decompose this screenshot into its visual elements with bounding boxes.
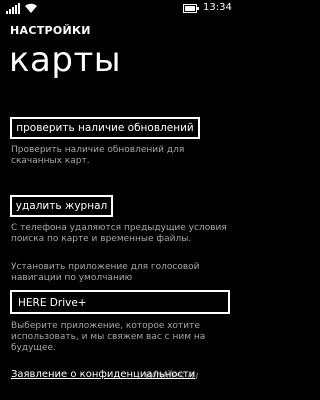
page-title: карты [9, 40, 122, 80]
voice-navigation-label: Установить приложение для голосовой нави… [11, 262, 200, 283]
voice-navigation-selected-value: HERE Drive+ [18, 297, 87, 309]
watermark: wintiles.ru [145, 368, 199, 382]
battery-icon [183, 4, 199, 13]
section-title: НАСТРОЙКИ [10, 24, 91, 37]
clear-history-button[interactable]: удалить журнал [10, 195, 113, 217]
status-bar: 13:34 [0, 0, 240, 16]
check-updates-button[interactable]: проверить наличие обновлений [10, 117, 200, 139]
signal-icon [6, 3, 20, 14]
wifi-icon [25, 3, 37, 13]
check-updates-description: Проверить наличие обновлений для скачанн… [11, 145, 185, 166]
clock: 13:34 [203, 2, 232, 13]
voice-navigation-description: Выберите приложение, которое хотите испо… [11, 321, 206, 353]
clear-history-description: С телефона удаляются предыдущие условия … [11, 223, 227, 244]
voice-navigation-app-select[interactable]: HERE Drive+ [10, 290, 230, 314]
